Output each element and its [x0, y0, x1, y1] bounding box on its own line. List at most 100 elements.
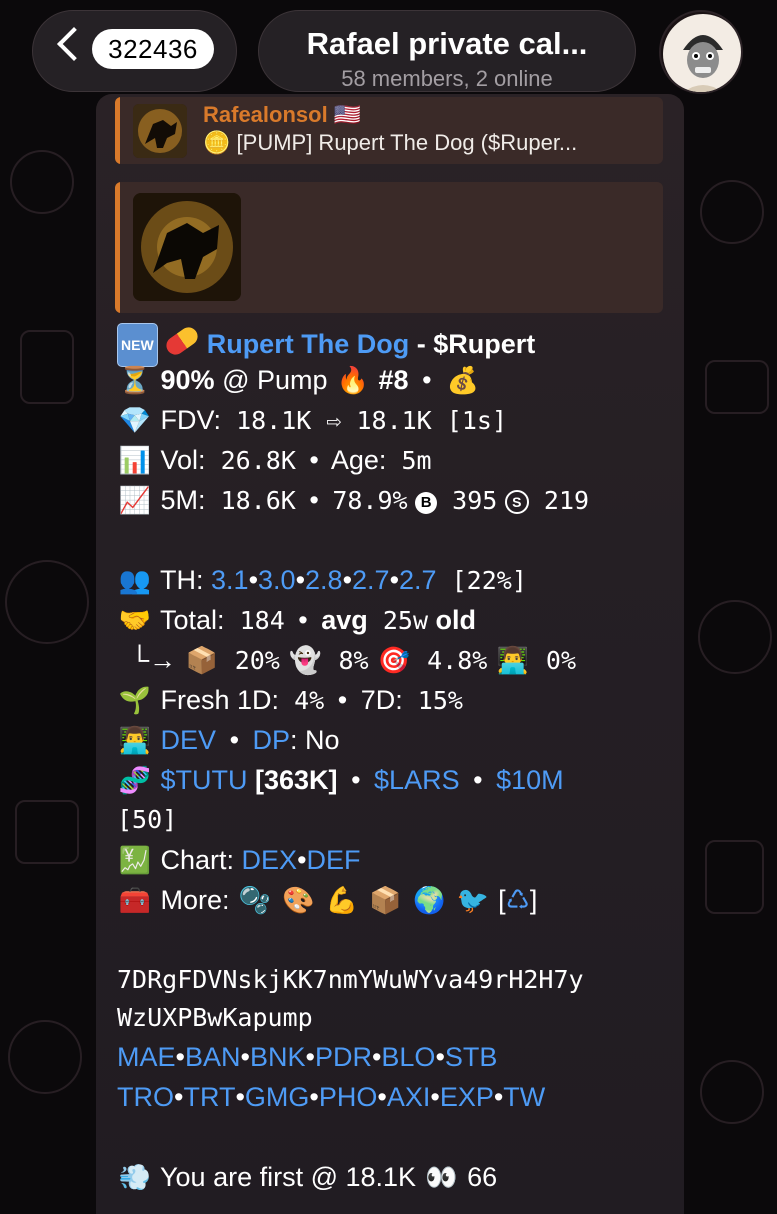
def-link[interactable]: DEF	[307, 845, 361, 875]
dna-icon: 🧬	[118, 766, 152, 796]
handshake-icon: 🤝	[118, 606, 152, 636]
link-blo[interactable]: BLO	[381, 1042, 435, 1072]
lars-link[interactable]: $LARS	[374, 765, 460, 795]
recycle-icon[interactable]: [♺]	[498, 885, 537, 915]
reply-preview[interactable]: Rafealonsol 🇺🇸 🪙 [PUMP] Rupert The Dog (…	[115, 97, 663, 164]
palette-icon[interactable]: 🎨	[281, 884, 317, 918]
sub-arrow: └→	[130, 645, 177, 675]
progress-percent: 90%	[160, 365, 215, 395]
chat-title: Rafael private cal...	[306, 26, 588, 61]
ghost-icon: 👻	[289, 646, 322, 676]
link-stb[interactable]: STB	[445, 1042, 498, 1072]
buys-count: 395	[437, 486, 498, 515]
separator-dot: •	[175, 1042, 185, 1072]
toolbox-icon: 🧰	[118, 886, 152, 916]
dp-link[interactable]: DP	[253, 725, 291, 755]
separator-dot: •	[240, 1042, 250, 1072]
token-image[interactable]	[133, 193, 241, 301]
tutu-link[interactable]: $TUTU	[161, 765, 248, 795]
chart-line: 💹 Chart: DEX•DEF	[117, 843, 361, 878]
chat-avatar[interactable]	[659, 10, 743, 94]
package-icon[interactable]: 📦	[368, 884, 404, 918]
chart-yen-icon: 💹	[118, 846, 152, 876]
link-ban[interactable]: BAN	[185, 1042, 241, 1072]
old-label: old	[428, 605, 477, 635]
fdv-line: 💎 FDV: 18.1K ⇨ 18.1K [1s]	[117, 403, 507, 438]
background-doodle	[10, 150, 74, 214]
fresh7d-value: 15%	[402, 686, 463, 715]
fresh7d-label: 7D:	[360, 685, 403, 715]
background-doodle	[705, 360, 769, 414]
avg-value: 25w	[367, 606, 429, 635]
separator-dot: •	[298, 605, 308, 635]
coin-icon: 🪙	[203, 130, 231, 155]
dev-link[interactable]: DEV	[161, 725, 217, 755]
related-count: [50]	[117, 805, 178, 834]
chat-title-header[interactable]: Rafael private cal... 58 members, 2 onli…	[258, 10, 636, 92]
dist-value: 4.8%	[412, 646, 488, 675]
globe-icon[interactable]: 🌍	[411, 884, 447, 918]
th-value-link[interactable]: 2.7	[352, 565, 390, 595]
contract-address-line2[interactable]: WzUXPBwKapump	[117, 1001, 313, 1035]
link-gmg[interactable]: GMG	[245, 1082, 310, 1112]
separator-dot: •	[435, 1042, 445, 1072]
muscle-icon[interactable]: 💪	[324, 884, 360, 918]
background-doodle	[705, 840, 764, 914]
chart-label: Chart:	[160, 845, 242, 875]
first-text: You are first @ 18.1K	[153, 1162, 424, 1192]
avg-label: avg	[321, 605, 368, 635]
link-bnk[interactable]: BNK	[250, 1042, 306, 1072]
separator-dot: •	[235, 1082, 245, 1112]
new-badge-icon: NEW	[117, 323, 158, 367]
sells-icon: S	[504, 490, 529, 514]
separator-dot: •	[337, 685, 348, 715]
link-row-1: MAE•BAN•BNK•PDR•BLO•STB	[117, 1040, 497, 1074]
fivem-value: 18.6K	[205, 486, 296, 515]
pill-icon	[163, 323, 202, 359]
link-pho[interactable]: PHO	[319, 1082, 378, 1112]
link-trt[interactable]: TRT	[183, 1082, 235, 1112]
link-exp[interactable]: EXP	[440, 1082, 494, 1112]
link-pdr[interactable]: PDR	[315, 1042, 372, 1072]
link-axi[interactable]: AXI	[387, 1082, 431, 1112]
package-icon: 📦	[185, 646, 218, 676]
reply-sender-name: Rafealonsol 🇺🇸	[203, 102, 361, 128]
unread-count-badge[interactable]: 322436	[92, 29, 214, 69]
target-icon: 🎯	[377, 646, 411, 676]
developer-icon: 👨‍💻	[118, 726, 152, 756]
reply-accent-bar	[115, 97, 120, 164]
age-value: 5m	[386, 446, 432, 475]
th-value-link[interactable]: 2.7	[399, 565, 437, 595]
th-value-link[interactable]: 2.8	[305, 565, 343, 595]
media-preview[interactable]	[115, 182, 663, 313]
tenm-link[interactable]: $10M	[496, 765, 564, 795]
contract-address-line1[interactable]: 7DRgFDVNskjKK7nmYWuWYva49rH2H7y	[117, 963, 584, 997]
dex-link[interactable]: DEX	[242, 845, 298, 875]
fire-icon: 🔥	[336, 366, 370, 396]
fivem-label: 5M:	[160, 485, 206, 515]
token-name-link[interactable]: Rupert The Dog	[207, 329, 410, 359]
bubbles-icon[interactable]: 🫧	[237, 884, 273, 918]
link-tw[interactable]: TW	[503, 1082, 545, 1112]
developer-icon: 👨‍💻	[496, 646, 530, 676]
progress-line: ⏳ 90% @ Pump 🔥 #8 • 💰	[117, 363, 481, 398]
bar-chart-icon: 📊	[118, 446, 152, 476]
th-value-link[interactable]: 3.1	[211, 565, 249, 595]
link-mae[interactable]: MAE	[117, 1042, 176, 1072]
flag-us-icon: 🇺🇸	[333, 102, 362, 127]
separator-dot: •	[493, 1082, 504, 1112]
sells-count: 219	[528, 486, 590, 515]
reply-thumbnail	[133, 104, 187, 158]
media-accent-bar	[115, 182, 120, 313]
th-value-link[interactable]: 3.0	[258, 565, 296, 595]
avatar-ape-icon	[663, 14, 741, 92]
hourglass-icon: ⏳	[118, 366, 152, 396]
fdv-value: 18.1K ⇨ 18.1K [1s]	[221, 406, 507, 435]
diamond-icon: 💎	[118, 406, 152, 436]
pump-text: @ Pump	[214, 365, 336, 395]
dist-value: 8%	[323, 646, 369, 675]
trend-up-icon: 📈	[118, 486, 152, 516]
link-tro[interactable]: TRO	[117, 1082, 174, 1112]
bird-icon[interactable]: 🐦	[455, 884, 491, 918]
separator-dot: •	[297, 845, 307, 875]
